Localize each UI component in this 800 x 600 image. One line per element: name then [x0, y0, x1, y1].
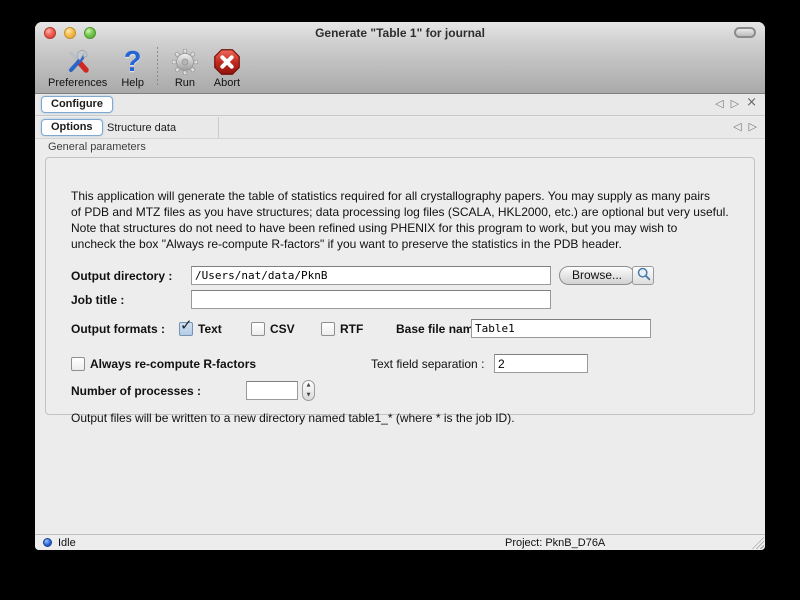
checkbox-csv[interactable]: CSV [251, 322, 295, 336]
toolbar-toggle-button[interactable] [734, 27, 756, 38]
gear-icon [171, 46, 199, 78]
options-tab-bar: Options Structure data ◁ ▷ [35, 117, 765, 139]
text-checkbox-box[interactable]: ✓ [179, 322, 193, 336]
text-field-separation-label: Text field separation : [371, 354, 484, 374]
status-led-icon [43, 538, 52, 547]
checkbox-recompute[interactable]: Always re-compute R-factors [71, 357, 256, 371]
checkmark-icon: ✓ [180, 316, 193, 334]
description-line: of PDB and MTZ files as you have structu… [71, 204, 729, 220]
tab-configure[interactable]: Configure [41, 96, 113, 113]
help-label: Help [121, 77, 144, 89]
magnifier-icon [636, 266, 651, 286]
tab-close-icon[interactable]: × [746, 96, 757, 111]
status-text: Idle [58, 537, 76, 549]
desktop: { "window": { "title": "Generate \"Table… [0, 0, 800, 600]
configure-tab-bar: Configure ◁ ▷ × [35, 94, 765, 116]
toolbar-separator [157, 47, 158, 87]
run-button[interactable]: Run [164, 44, 206, 89]
output-directory-label: Output directory : [71, 266, 172, 286]
group-box-label: General parameters [48, 141, 146, 153]
tools-icon [64, 46, 92, 78]
csv-checkbox-box[interactable] [251, 322, 265, 336]
preferences-button[interactable]: Preferences [41, 44, 114, 89]
run-label: Run [175, 77, 195, 89]
rtf-checkbox-box[interactable] [321, 322, 335, 336]
csv-checkbox-label: CSV [270, 322, 295, 336]
tab-options[interactable]: Options [41, 119, 103, 136]
title-bar[interactable]: Generate "Table 1" for journal [35, 22, 765, 44]
recompute-checkbox-label: Always re-compute R-factors [90, 357, 256, 371]
stop-icon [213, 46, 241, 78]
base-file-name-input[interactable] [471, 319, 651, 338]
stepper-up-icon[interactable]: ▲ [307, 383, 311, 388]
window-chrome: Generate "Table 1" for journal Preferenc… [35, 22, 765, 94]
num-processes-stepper[interactable]: ▲ ▼ [302, 380, 315, 401]
output-directory-input[interactable] [191, 266, 551, 285]
checkbox-text[interactable]: ✓ Text [179, 322, 222, 336]
checkbox-rtf[interactable]: RTF [321, 322, 363, 336]
num-processes-label: Number of processes : [71, 381, 201, 401]
description-line: uncheck the box "Always re-compute R-fac… [71, 236, 729, 252]
rtf-checkbox-label: RTF [340, 322, 363, 336]
tab-nav-left-icon[interactable]: ◁ [715, 97, 723, 111]
recompute-checkbox-box[interactable] [71, 357, 85, 371]
resize-grip[interactable] [752, 537, 764, 549]
description-line: Note that structures do not need to have… [71, 220, 729, 236]
toolbar: Preferences ? Help [35, 44, 248, 94]
tab-structure-data[interactable]: Structure data [107, 122, 176, 134]
preferences-label: Preferences [48, 77, 107, 89]
tab-separator [218, 117, 219, 138]
text-checkbox-label: Text [198, 322, 222, 336]
subtab-nav-controls: ◁ ▷ [733, 120, 757, 134]
abort-button[interactable]: Abort [206, 44, 248, 89]
description-text: This application will generate the table… [71, 188, 729, 252]
description-line: This application will generate the table… [71, 188, 729, 204]
window-title: Generate "Table 1" for journal [35, 26, 765, 40]
project-label: Project: PknB_D76A [505, 537, 605, 549]
tab-nav-right-icon[interactable]: ▷ [731, 97, 739, 111]
options-panel: General parameters This application will… [35, 139, 765, 534]
subtab-nav-right-icon[interactable]: ▷ [749, 120, 757, 134]
tab-nav-controls: ◁ ▷ × [715, 97, 757, 111]
abort-label: Abort [214, 77, 240, 89]
help-question-icon: ? [124, 46, 142, 78]
job-title-label: Job title : [71, 290, 124, 310]
general-parameters-group: This application will generate the table… [45, 157, 755, 415]
stepper-down-icon[interactable]: ▼ [307, 393, 311, 398]
output-note-text: Output files will be written to a new di… [71, 411, 515, 425]
subtab-nav-left-icon[interactable]: ◁ [733, 120, 741, 134]
text-field-separation-input[interactable] [494, 354, 588, 373]
status-bar: Idle Project: PknB_D76A [35, 534, 765, 550]
output-formats-label: Output formats : [71, 319, 165, 339]
browse-button[interactable]: Browse... [559, 266, 635, 285]
help-button[interactable]: ? Help [114, 44, 151, 89]
job-title-input[interactable] [191, 290, 551, 309]
search-directory-button[interactable] [632, 266, 654, 285]
num-processes-input[interactable] [246, 381, 298, 400]
app-window: Generate "Table 1" for journal Preferenc… [35, 22, 765, 550]
